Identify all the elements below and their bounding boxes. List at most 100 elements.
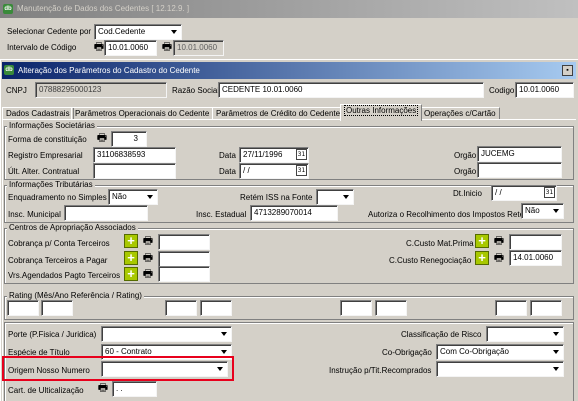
instrucao-combo[interactable] (436, 361, 564, 377)
code-from-input[interactable]: 10.01.0060 (104, 40, 157, 56)
add-icon[interactable]: + (475, 251, 489, 265)
data2-input[interactable]: / / 31 (239, 163, 309, 179)
orgao2-input[interactable] (477, 162, 562, 178)
forma-label: Forma de constituição (8, 135, 87, 144)
rating-value-input[interactable] (375, 300, 407, 316)
printer-icon[interactable]: 🖶 (160, 40, 174, 54)
custo-prima-label: C.Custo Mat.Prima (406, 239, 474, 248)
orgao1-label: Orgão (454, 151, 477, 160)
chevron-down-icon[interactable] (167, 26, 180, 38)
cnpj-input[interactable]: 07888295000123 (35, 82, 167, 98)
code-to-input[interactable]: 10.01.0060 (173, 40, 224, 56)
coobrigacao-combo[interactable]: Com Co-Obrigação (436, 344, 564, 360)
chevron-down-icon[interactable] (217, 328, 230, 340)
chevron-down-icon[interactable] (549, 205, 562, 217)
dtinicio-label: Dt.Inicio (453, 189, 482, 198)
rating-value-input[interactable] (200, 300, 232, 316)
rating-month-input[interactable] (7, 300, 39, 316)
add-icon[interactable]: + (124, 267, 138, 281)
chevron-down-icon[interactable] (549, 328, 562, 340)
rating-month-input[interactable] (340, 300, 372, 316)
calendar-icon[interactable]: 31 (544, 187, 555, 198)
cobranca-conta-input[interactable] (158, 234, 210, 250)
cnpj-label: CNPJ (6, 86, 27, 95)
printer-icon[interactable]: 🖶 (492, 251, 506, 265)
porte-label: Porte (P.Fisica / Juridica) (8, 330, 97, 339)
printer-icon[interactable]: 🖶 (492, 234, 506, 248)
codigo-input[interactable]: 10.01.0060 (515, 82, 574, 98)
vrs-agendados-label: Vrs.Agendados Pagto Terceiros (8, 271, 121, 280)
iss-label: Retém ISS na Fonte (240, 193, 313, 202)
rating-value-input[interactable] (41, 300, 73, 316)
interval-label: Intervalo de Código (7, 43, 77, 52)
select-cedente-combo[interactable]: Cod.Cedente (94, 24, 182, 40)
tributarias-title: Informações Tributárias (7, 180, 95, 190)
custo-reneg-label: C.Custo Renegociação (389, 256, 472, 265)
chevron-down-icon[interactable] (549, 363, 562, 375)
printer-icon[interactable]: 🖶 (141, 251, 155, 265)
add-icon[interactable]: + (124, 234, 138, 248)
classificacao-label: Classificação de Risco (401, 330, 482, 339)
custo-prima-input[interactable] (509, 234, 562, 250)
cobranca-pagar-label: Cobrança Terceiros a Pagar (8, 256, 108, 265)
outer-window-title: Manutenção de Dados dos Cedentes [ 12.12… (17, 4, 190, 13)
simples-combo[interactable]: Não (108, 189, 158, 205)
window-control-button[interactable]: ▪ (562, 65, 573, 76)
rating-month-input[interactable] (165, 300, 197, 316)
add-icon[interactable]: + (475, 234, 489, 248)
autoriza-combo[interactable]: Não (521, 203, 564, 219)
autoriza-label: Autoriza o Recolhimento dos Impostos Ret… (368, 210, 525, 219)
select-cedente-label: Selecionar Cedente por (7, 27, 92, 36)
razao-input[interactable]: CEDENTE 10.01.0060 (218, 82, 484, 98)
chevron-down-icon[interactable] (549, 346, 562, 358)
orgao1-input[interactable]: JUCEMG (477, 146, 562, 162)
forma-input[interactable]: 3 (111, 131, 147, 147)
cart-label: Cart. de Ulticalização (8, 386, 84, 395)
rating-value-input[interactable] (530, 300, 562, 316)
centros-title: Centros de Apropriação Associados (7, 223, 138, 233)
ult-alter-label: Últ. Alter. Contratual (8, 167, 80, 176)
printer-icon[interactable]: 🖶 (141, 234, 155, 248)
tab-outras-informacoes[interactable]: Outras Informações (340, 104, 423, 121)
printer-icon[interactable]: 🖶 (96, 381, 110, 395)
coobrigacao-label: Co-Obrigação (382, 348, 432, 357)
instrucao-label: Instrução p/Tit.Recomprados (329, 366, 432, 375)
dtinicio-input[interactable]: / / 31 (491, 185, 557, 201)
registro-label: Registro Empresarial (8, 151, 83, 160)
rating-month-input[interactable] (495, 300, 527, 316)
chevron-down-icon[interactable] (143, 191, 156, 203)
iss-combo[interactable] (316, 189, 354, 205)
data1-label: Data (219, 151, 236, 160)
outer-titlebar: db Manutenção de Dados dos Cedentes [ 12… (0, 0, 578, 18)
municipal-label: Insc. Municipal (8, 210, 61, 219)
app-icon: db (3, 4, 13, 14)
inner-window-title: Alteração dos Parâmetros do Cadastro do … (18, 66, 200, 75)
data2-label: Data (219, 167, 236, 176)
data1-input[interactable]: 27/11/1996 31 (239, 147, 309, 163)
razao-label: Razão Social (172, 86, 220, 95)
cobranca-conta-label: Cobrança p/ Conta Terceiros (8, 239, 110, 248)
add-icon[interactable]: + (124, 251, 138, 265)
simples-label: Enquadramento no Simples (8, 193, 107, 202)
registro-input[interactable]: 31106838593 (93, 147, 176, 163)
porte-combo[interactable] (101, 326, 232, 342)
vrs-agendados-input[interactable] (158, 266, 210, 282)
inner-titlebar: db Alteração dos Parâmetros do Cadastro … (2, 62, 576, 79)
estadual-input[interactable]: 4713289070014 (250, 205, 338, 221)
estadual-label: Insc. Estadual (196, 210, 247, 219)
app-icon: db (4, 65, 14, 75)
orgao2-label: Orgão (454, 167, 477, 176)
printer-icon[interactable]: 🖶 (95, 131, 109, 145)
calendar-icon[interactable]: 31 (296, 165, 307, 176)
printer-icon[interactable]: 🖶 (141, 267, 155, 281)
classificacao-combo[interactable] (486, 326, 564, 342)
cart-input[interactable]: . . (112, 381, 157, 397)
societarias-title: Informações Societárias (7, 121, 97, 131)
codigo-label: Codigo (489, 86, 515, 95)
cobranca-pagar-input[interactable] (158, 251, 210, 267)
municipal-input[interactable] (64, 205, 148, 221)
calendar-icon[interactable]: 31 (296, 149, 307, 160)
custo-reneg-input[interactable]: 14.01.0060 (509, 250, 562, 266)
chevron-down-icon[interactable] (339, 191, 352, 203)
ult-alter-input[interactable] (93, 163, 176, 179)
